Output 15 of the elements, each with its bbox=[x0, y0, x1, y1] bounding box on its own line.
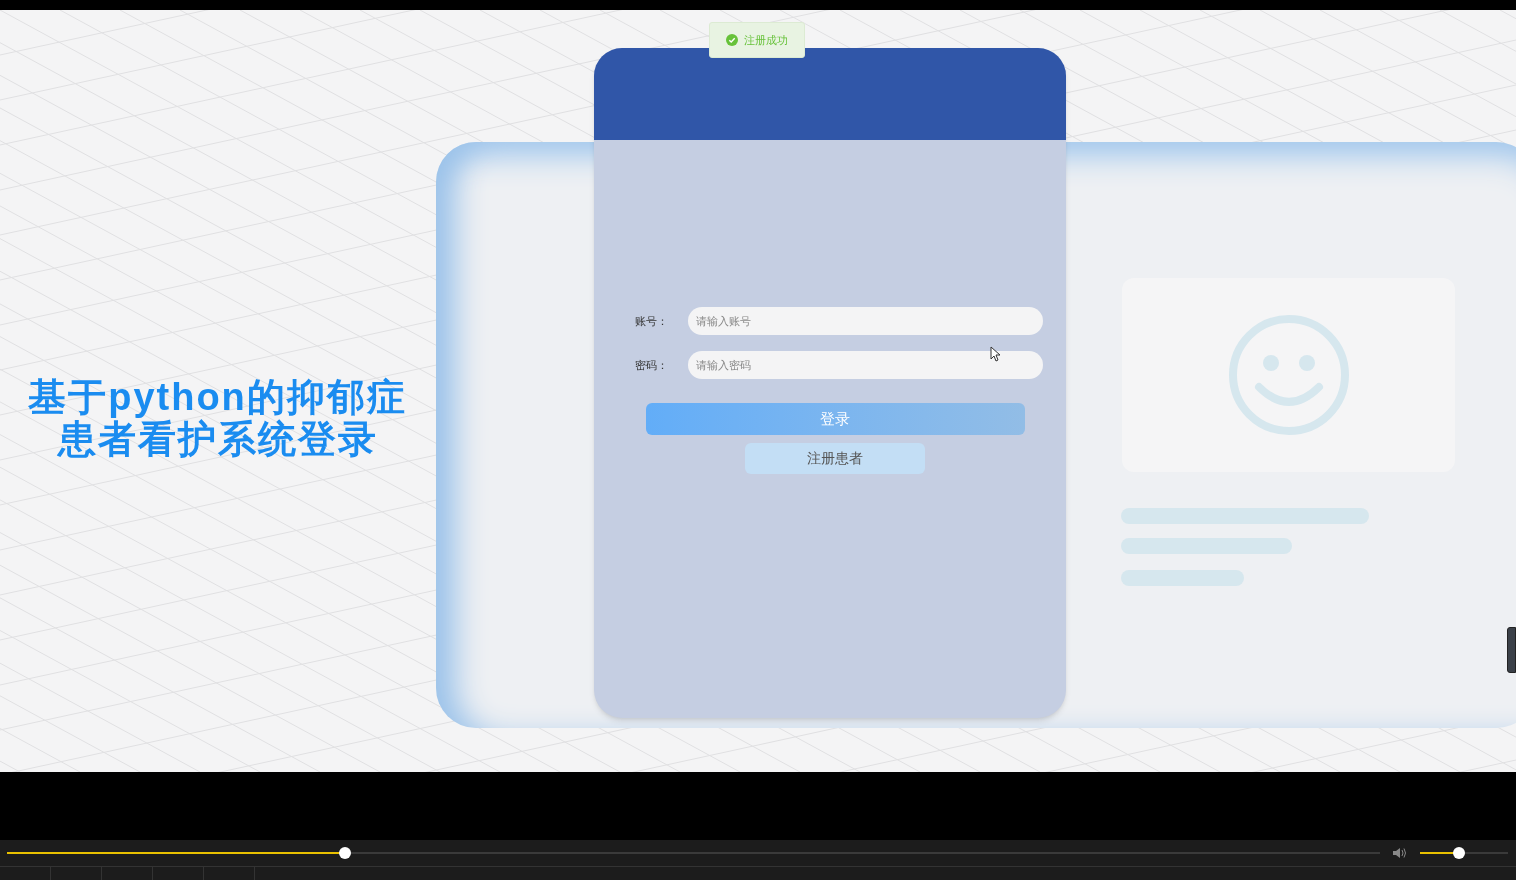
volume-icon[interactable] bbox=[1392, 847, 1408, 859]
register-button[interactable]: 注册患者 bbox=[745, 443, 925, 474]
cursor-icon bbox=[990, 346, 1001, 362]
progress-thumb[interactable] bbox=[338, 847, 351, 859]
check-circle-icon bbox=[726, 34, 738, 46]
volume-thumb[interactable] bbox=[1452, 847, 1465, 859]
input-field[interactable]: 请输入账号 bbox=[688, 307, 1043, 335]
page-title: 基于python的抑郁症 bbox=[28, 376, 407, 418]
smiley-icon bbox=[1227, 314, 1350, 436]
side-handle[interactable] bbox=[1507, 627, 1516, 673]
toast-message: 注册成功 bbox=[744, 32, 788, 48]
field-label: 账号： bbox=[634, 313, 669, 329]
page-title: 患者看护系统登录 bbox=[57, 418, 378, 460]
field-label: 密码： bbox=[634, 357, 669, 373]
input-field[interactable]: 请输入密码 bbox=[688, 351, 1043, 379]
